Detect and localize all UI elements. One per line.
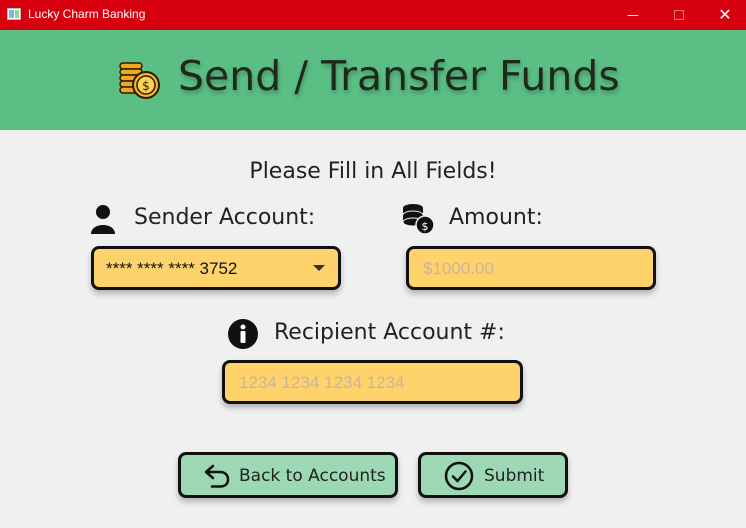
return-arrow-icon <box>204 464 230 488</box>
window-titlebar: Lucky Charm Banking — ✕ <box>0 0 746 30</box>
submit-button[interactable]: Submit <box>418 452 568 498</box>
minimize-button[interactable]: — <box>610 0 656 30</box>
info-icon <box>228 319 258 349</box>
window-title: Lucky Charm Banking <box>28 7 146 21</box>
check-circle-icon <box>444 461 474 491</box>
maximize-icon <box>674 9 684 20</box>
amount-placeholder: $1000.00 <box>423 259 494 278</box>
page-title: Send / Transfer Funds <box>178 52 620 100</box>
form-instruction: Please Fill in All Fields! <box>249 159 497 184</box>
recipient-account-placeholder: 1234 1234 1234 1234 <box>239 373 405 392</box>
sender-account-value: **** **** **** 3752 <box>106 259 238 278</box>
back-button-label: Back to Accounts <box>239 466 386 486</box>
header-banner: $ Send / Transfer Funds <box>0 30 746 130</box>
sender-account-select[interactable]: **** **** **** 3752 <box>91 246 341 290</box>
amount-input[interactable]: $1000.00 <box>406 246 656 290</box>
close-button[interactable]: ✕ <box>702 0 746 30</box>
amount-label: Amount: <box>449 205 543 230</box>
recipient-account-label: Recipient Account #: <box>274 320 505 345</box>
svg-text:$: $ <box>422 220 429 233</box>
user-icon <box>91 205 115 234</box>
maximize-button[interactable] <box>656 0 702 30</box>
back-to-accounts-button[interactable]: Back to Accounts <box>178 452 398 498</box>
app-icon <box>7 8 21 20</box>
submit-button-label: Submit <box>484 466 545 486</box>
svg-text:$: $ <box>142 79 150 93</box>
chevron-down-icon <box>313 265 325 271</box>
coins-icon: $ <box>119 62 160 99</box>
coin-stack-icon: $ <box>402 204 434 235</box>
recipient-account-input[interactable]: 1234 1234 1234 1234 <box>222 360 523 404</box>
sender-account-label: Sender Account: <box>134 205 316 230</box>
